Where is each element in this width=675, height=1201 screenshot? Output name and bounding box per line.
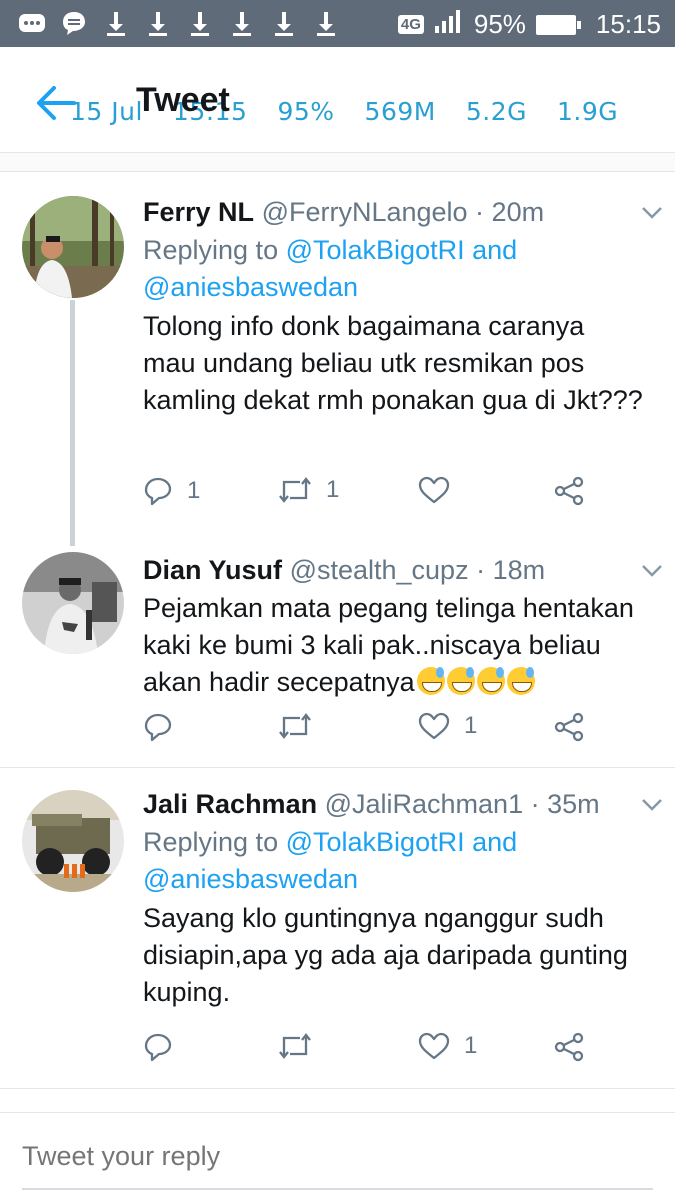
sweat-smile-emoji: [416, 667, 445, 695]
reply-button[interactable]: [143, 712, 187, 742]
chevron-down-icon[interactable]: [641, 564, 663, 578]
share-icon: [554, 712, 584, 742]
tweet-text: Pejamkan mata pegang telinga hentakan ka…: [143, 590, 643, 701]
download-icon: [144, 9, 172, 37]
retweet-button[interactable]: [278, 712, 326, 740]
author-name[interactable]: Dian Yusuf: [143, 555, 282, 585]
status-bar: 4G 95% 15:15: [0, 0, 675, 47]
sweat-smile-emoji: [476, 667, 505, 695]
sweat-smile-emoji: [446, 667, 475, 695]
download-icon: [312, 9, 340, 37]
sweat-smile-emoji: [506, 667, 535, 695]
message-icon: [60, 9, 88, 37]
author-handle: @stealth_cupz · 18m: [289, 555, 546, 585]
divider: [0, 1088, 675, 1089]
tweet[interactable]: Ferry NL @FerryNLangelo · 20m Replying t…: [0, 172, 675, 546]
tweet-text: Tolong info donk bagaimana caranya mau u…: [143, 311, 643, 415]
share-button[interactable]: [553, 712, 585, 742]
heart-icon: [418, 712, 450, 740]
replying-to: Replying to @TolakBigotRI and @aniesbasw…: [143, 232, 643, 306]
network-type: 4G: [397, 15, 424, 34]
more-icon: [18, 9, 46, 37]
retweet-button[interactable]: 1: [278, 476, 339, 504]
thread-line: [70, 300, 75, 546]
info-ram: 569M: [364, 97, 436, 126]
replying-to: Replying to @TolakBigotRI and @aniesbasw…: [143, 824, 643, 898]
reply-button[interactable]: [143, 1032, 187, 1062]
tweet-author[interactable]: Dian Yusuf @stealth_cupz · 18m: [143, 552, 643, 588]
battery-percent: 95%: [473, 9, 526, 39]
tweet-text-content: Pejamkan mata pegang telinga hentakan ka…: [143, 593, 634, 697]
author-name[interactable]: Jali Rachman: [143, 789, 317, 819]
page-title: Tweet: [136, 81, 230, 119]
clock: 15:15: [595, 9, 661, 39]
reply-icon: [144, 1033, 172, 1062]
notification-icons: [18, 9, 340, 37]
info-storage-1: 5.2G: [465, 97, 527, 126]
tweet-author[interactable]: Ferry NL @FerryNLangelo · 20m: [143, 194, 643, 230]
reply-composer: [0, 1112, 675, 1201]
retweet-button[interactable]: [278, 1032, 326, 1060]
author-handle: @FerryNLangelo · 20m: [261, 197, 545, 227]
download-icon: [102, 9, 130, 37]
replying-link[interactable]: @TolakBigotRI and: [286, 827, 518, 857]
avatar[interactable]: [22, 790, 124, 892]
system-status: 4G 95% 15:15: [397, 8, 661, 41]
input-underline: [22, 1188, 653, 1190]
tweet[interactable]: Dian Yusuf @stealth_cupz · 18m Pejamkan …: [0, 530, 675, 766]
author-handle: @JaliRachman1 · 35m: [324, 789, 600, 819]
share-button[interactable]: [553, 476, 585, 506]
retweet-icon: [279, 477, 311, 503]
back-arrow-icon[interactable]: [36, 85, 76, 121]
replying-link[interactable]: @aniesbaswedan: [143, 864, 358, 894]
like-button[interactable]: 1: [418, 712, 477, 740]
info-date: 15 Jul: [70, 97, 143, 126]
download-icon: [186, 9, 214, 37]
heart-icon: [418, 476, 450, 504]
tweet-author[interactable]: Jali Rachman @JaliRachman1 · 35m: [143, 786, 643, 822]
section-divider: [0, 153, 675, 172]
like-button[interactable]: 1: [418, 1032, 477, 1060]
signal-icon: [434, 8, 464, 41]
like-button[interactable]: [418, 476, 464, 504]
replying-prefix: Replying to: [143, 235, 279, 265]
replying-prefix: Replying to: [143, 827, 279, 857]
author-name[interactable]: Ferry NL: [143, 197, 254, 227]
retweet-count: 1: [326, 476, 340, 503]
chevron-down-icon[interactable]: [641, 206, 663, 220]
info-battery: 95%: [277, 97, 335, 126]
avatar[interactable]: [22, 552, 124, 654]
share-icon: [554, 476, 584, 506]
avatar[interactable]: [22, 196, 124, 298]
reply-input[interactable]: [22, 1141, 622, 1172]
reply-count: 1: [187, 477, 201, 504]
reply-button[interactable]: 1: [143, 476, 200, 506]
replying-link[interactable]: @aniesbaswedan: [143, 272, 358, 302]
like-count: 1: [464, 1032, 478, 1059]
share-button[interactable]: [553, 1032, 585, 1062]
download-icon: [228, 9, 256, 37]
retweet-icon: [279, 713, 311, 739]
reply-icon: [144, 713, 172, 742]
battery-icon: [535, 14, 581, 35]
like-count: 1: [464, 712, 478, 739]
share-icon: [554, 1032, 584, 1062]
tweet-text: Sayang klo guntingnya nganggur sudh disi…: [143, 903, 628, 1007]
tweet[interactable]: Jali Rachman @JaliRachman1 · 35m Replyin…: [0, 768, 675, 1088]
reply-icon: [144, 477, 172, 506]
chevron-down-icon[interactable]: [641, 798, 663, 812]
replying-link[interactable]: @TolakBigotRI and: [286, 235, 518, 265]
heart-icon: [418, 1032, 450, 1060]
info-storage-2: 1.9G: [556, 97, 619, 126]
download-icon: [270, 9, 298, 37]
retweet-icon: [279, 1033, 311, 1059]
header: 15 Jul 15:15 95% 569M 5.2G 1.9G Tweet: [0, 47, 675, 153]
